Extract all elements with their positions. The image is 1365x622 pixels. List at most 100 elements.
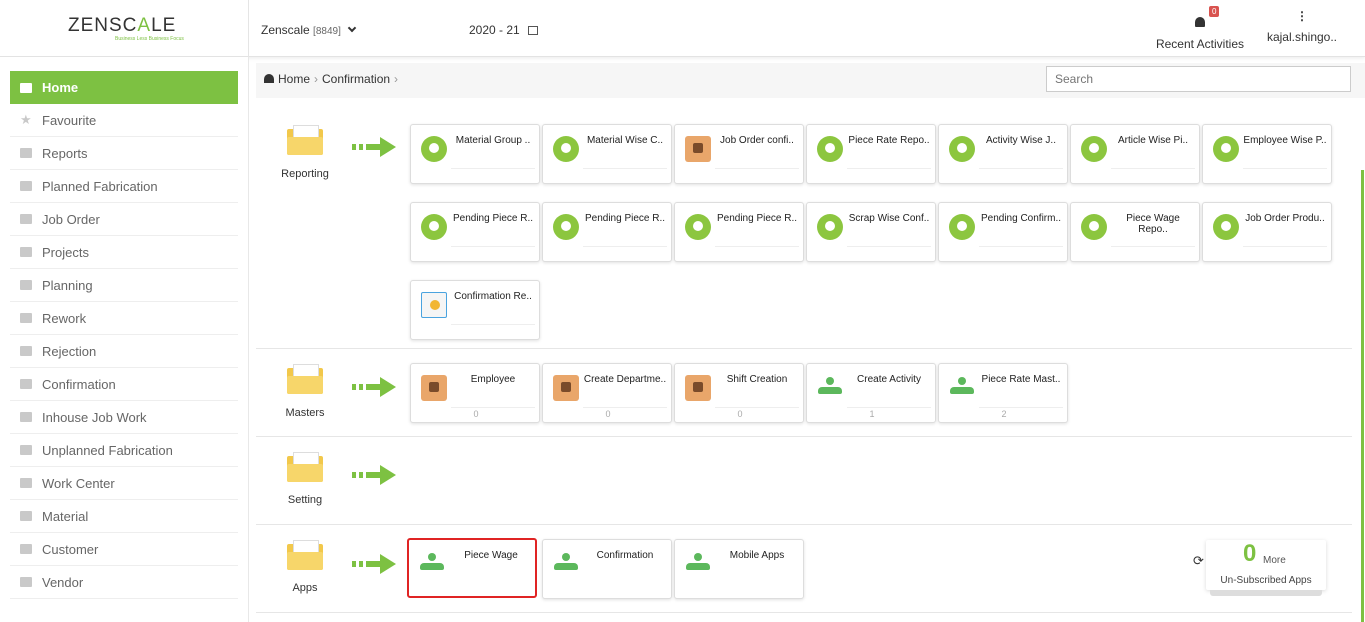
app-tile-confirmation[interactable]: Confirmation xyxy=(542,539,672,599)
sidebar-item-unplanned-fabrication[interactable]: Unplanned Fabrication xyxy=(10,434,238,467)
refresh-icon[interactable]: ⟳ xyxy=(1193,553,1204,569)
sidebar-item-job-order[interactable]: Job Order xyxy=(10,203,238,236)
report-tile[interactable]: Material Wise C.. xyxy=(542,124,672,184)
folder-icon xyxy=(287,540,323,570)
company-selector[interactable]: Zenscale [8849] xyxy=(261,23,357,37)
sidebar-item-projects[interactable]: Projects xyxy=(10,236,238,269)
report-tile[interactable]: Article Wise Pi.. xyxy=(1070,124,1200,184)
sidebar-item-planning[interactable]: Planning xyxy=(10,269,238,302)
logo-tagline: Business Less Business Focus xyxy=(115,36,184,42)
folder-icon xyxy=(20,214,32,224)
master-tile-shift[interactable]: Shift Creation 0 xyxy=(674,363,804,423)
report-tile[interactable]: Job Order Produ.. xyxy=(1202,202,1332,262)
report-tile[interactable]: Job Order confi.. xyxy=(674,124,804,184)
arrow-right-icon xyxy=(352,137,398,157)
sidebar: Home ★ Favourite Reports Planned Fabricat… xyxy=(0,57,249,622)
card-shadow xyxy=(1210,590,1322,596)
folder-icon xyxy=(287,125,323,155)
report-tile[interactable]: Pending Confirm.. xyxy=(938,202,1068,262)
section-label-masters: Masters xyxy=(285,407,325,419)
person-icon xyxy=(553,551,579,577)
employee-icon xyxy=(421,375,447,401)
logo[interactable]: ZENSCALE Business Less Business Focus xyxy=(0,0,249,57)
breadcrumb-separator: › xyxy=(394,72,399,86)
user-menu[interactable]: ⋮ kajal.shingo.. xyxy=(1262,10,1342,44)
home-icon xyxy=(20,82,32,93)
person-icon xyxy=(685,551,711,577)
section-label-apps: Apps xyxy=(292,582,318,594)
unsubscribed-label: Un-Subscribed Apps xyxy=(1220,575,1312,586)
report-icon xyxy=(421,136,447,162)
sidebar-item-reports[interactable]: Reports xyxy=(10,137,238,170)
section-label-setting: Setting xyxy=(287,494,323,506)
report-icon xyxy=(949,214,975,240)
report-tile[interactable]: Scrap Wise Conf.. xyxy=(806,202,936,262)
masters-section: Masters Employee 0 Create Departme.. 0 Shi… xyxy=(256,350,1352,437)
sidebar-item-customer[interactable]: Customer xyxy=(10,533,238,566)
edit-icon[interactable] xyxy=(528,26,539,35)
folder-icon xyxy=(287,452,323,482)
section-label-reporting: Reporting xyxy=(281,168,329,180)
recent-activities[interactable]: 0 Recent Activities xyxy=(1155,6,1245,51)
report-tile[interactable]: Pending Piece R.. xyxy=(674,202,804,262)
report-tile[interactable]: Activity Wise J.. xyxy=(938,124,1068,184)
folder-icon xyxy=(20,445,32,455)
report-tile[interactable]: Piece Wage Repo.. xyxy=(1070,202,1200,262)
scrollbar[interactable] xyxy=(1361,170,1364,622)
master-tile-activity[interactable]: Create Activity 1 xyxy=(806,363,936,423)
report-tile[interactable]: Piece Rate Repo.. xyxy=(806,124,936,184)
breadcrumb-separator: › xyxy=(314,72,319,86)
report-icon xyxy=(1213,214,1239,240)
report-tile[interactable]: Pending Piece R.. xyxy=(410,202,540,262)
sidebar-item-planned-fabrication[interactable]: Planned Fabrication xyxy=(10,170,238,203)
report-icon xyxy=(949,136,975,162)
report-tile[interactable]: Material Group .. xyxy=(410,124,540,184)
sidebar-item-work-center[interactable]: Work Center xyxy=(10,467,238,500)
sidebar-item-rejection[interactable]: Rejection xyxy=(10,335,238,368)
sidebar-item-inhouse-job-work[interactable]: Inhouse Job Work xyxy=(10,401,238,434)
arrow-right-icon xyxy=(352,554,398,574)
recent-activities-label: Recent Activities xyxy=(1155,37,1245,51)
master-tile-piece-rate[interactable]: Piece Rate Mast.. 2 xyxy=(938,363,1068,423)
report-icon xyxy=(817,214,843,240)
sidebar-item-confirmation[interactable]: Confirmation xyxy=(10,368,238,401)
chart-icon xyxy=(421,292,447,318)
unsubscribed-apps-card[interactable]: 0 More Un-Subscribed Apps xyxy=(1206,540,1326,590)
folder-icon xyxy=(20,379,32,389)
arrow-right-icon xyxy=(352,465,398,485)
report-tile[interactable]: Employee Wise P.. xyxy=(1202,124,1332,184)
breadcrumb-current[interactable]: Confirmation xyxy=(322,72,390,86)
breadcrumb-bar: Home › Confirmation › xyxy=(256,63,1365,98)
apps-section: Apps Piece Wage Confirmation Mobile Apps xyxy=(256,526,1352,613)
folder-icon xyxy=(20,544,32,554)
sidebar-item-favourite[interactable]: ★ Favourite xyxy=(10,104,238,137)
search-input[interactable] xyxy=(1046,66,1351,92)
sidebar-item-vendor[interactable]: Vendor xyxy=(10,566,238,599)
master-tile-employee[interactable]: Employee 0 xyxy=(410,363,540,423)
logo-text: ZENSCALE xyxy=(68,15,177,36)
more-label: More xyxy=(1263,555,1286,566)
master-tile-department[interactable]: Create Departme.. 0 xyxy=(542,363,672,423)
app-tile-piece-wage[interactable]: Piece Wage xyxy=(407,538,537,598)
report-tile[interactable]: Pending Piece R.. xyxy=(542,202,672,262)
notification-badge: 0 xyxy=(1209,6,1220,17)
folder-icon xyxy=(20,313,32,323)
person-icon xyxy=(949,375,975,401)
report-tile[interactable]: Confirmation Re.. xyxy=(410,280,540,340)
reporting-section: Reporting Material Group .. Material Wis… xyxy=(256,107,1352,349)
star-icon: ★ xyxy=(20,112,32,127)
person-icon xyxy=(419,551,445,577)
report-icon xyxy=(817,136,843,162)
breadcrumb-home[interactable]: Home xyxy=(278,72,310,86)
folder-icon xyxy=(20,577,32,587)
sidebar-item-home[interactable]: Home xyxy=(10,71,238,104)
sidebar-item-rework[interactable]: Rework xyxy=(10,302,238,335)
financial-year[interactable]: 2020 - 21 xyxy=(469,23,539,37)
dashboard-icon xyxy=(264,74,274,83)
unsubscribed-count: 0 xyxy=(1243,540,1257,567)
report-icon xyxy=(685,214,711,240)
sidebar-item-material[interactable]: Material xyxy=(10,500,238,533)
username: kajal.shingo.. xyxy=(1266,30,1338,44)
app-tile-mobile-apps[interactable]: Mobile Apps xyxy=(674,539,804,599)
report-icon xyxy=(553,214,579,240)
